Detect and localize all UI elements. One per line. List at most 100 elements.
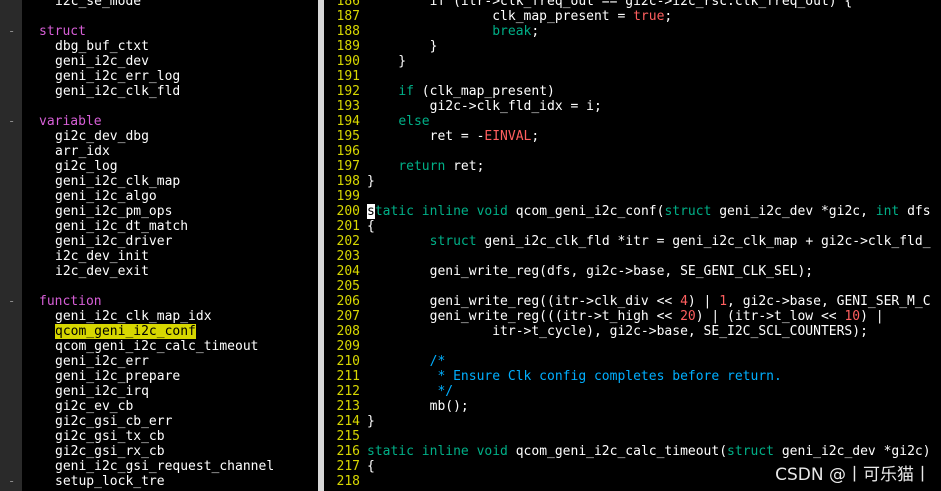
code-token: { — [367, 459, 375, 474]
taglist-item[interactable]: geni_i2c_clk_fld — [55, 84, 180, 99]
taglist-item[interactable]: geni_i2c_prepare — [55, 369, 180, 384]
line-number: 204 — [336, 264, 360, 279]
code-token: ret; — [445, 159, 485, 174]
line-number: 195 — [336, 129, 360, 144]
taglist-item-label: geni_i2c_err_log — [55, 69, 181, 84]
fold-mark[interactable]: - — [8, 114, 15, 129]
taglist-item[interactable]: gi2c_gsi_tx_cb — [55, 429, 165, 444]
taglist-item-label: geni_i2c_clk_map_idx — [55, 309, 212, 324]
taglist-item[interactable]: gi2c_dev_dbg — [55, 129, 149, 144]
code-line[interactable]: } — [367, 54, 406, 69]
code-token: return — [398, 159, 446, 174]
code-line[interactable]: return ret; — [367, 159, 484, 174]
taglist-item[interactable]: gi2c_gsi_rx_cb — [55, 444, 165, 459]
taglist-item[interactable]: geni_i2c_err — [55, 354, 149, 369]
line-number: 191 — [336, 69, 360, 84]
taglist-item[interactable]: setup_lock_tre — [55, 474, 165, 489]
line-number: 208 — [336, 324, 360, 339]
code-line[interactable]: } — [367, 39, 438, 54]
taglist-item[interactable]: geni_i2c_irq — [55, 384, 149, 399]
taglist-item-label: geni_i2c_irq — [55, 384, 149, 399]
taglist-item-label: geni_i2c_clk_map — [55, 174, 181, 189]
code-line[interactable]: static inline void qcom_geni_i2c_calc_ti… — [367, 444, 931, 459]
code-line[interactable]: else — [367, 114, 429, 129]
taglist-item[interactable]: geni_i2c_clk_map_idx — [55, 309, 212, 324]
taglist-item[interactable]: dbg_buf_ctxt — [55, 39, 149, 54]
taglist-item[interactable]: geni_i2c_err_log — [55, 69, 180, 84]
code-token: geni_write_reg(((itr->t_high << — [367, 309, 681, 324]
code-line[interactable]: mb(); — [367, 399, 469, 414]
taglist-item[interactable]: geni_i2c_pm_ops — [55, 204, 172, 219]
taglist-item[interactable]: gi2c_gsi_cb_err — [55, 414, 172, 429]
taglist-item-label: geni_i2c_err — [55, 354, 149, 369]
taglist-section-function[interactable]: function — [39, 294, 102, 309]
fold-mark[interactable]: - — [8, 294, 15, 309]
code-line[interactable]: { — [367, 459, 375, 474]
code-token: struct — [429, 234, 477, 249]
code-line[interactable]: itr->t_cycle), gi2c->base, SE_I2C_SCL_CO… — [367, 324, 868, 339]
line-number: 210 — [336, 354, 360, 369]
taglist-item-label: geni_i2c_gsi_request_channel — [55, 459, 275, 474]
fold-mark[interactable]: - — [8, 24, 15, 39]
taglist-item-label: i2c_se_mode — [55, 0, 142, 9]
taglist-item[interactable]: i2c_dev_init — [55, 249, 149, 264]
code-line[interactable]: geni_write_reg(dfs, gi2c->base, SE_GENI_… — [367, 264, 814, 279]
code-token: */ — [367, 384, 454, 399]
line-number: 199 — [336, 189, 360, 204]
code-token: ) | — [860, 309, 884, 324]
code-line[interactable]: gi2c->clk_fld_idx = i; — [367, 99, 602, 114]
code-token: mb(); — [367, 399, 469, 414]
taglist-item-label: geni_i2c_algo — [55, 189, 157, 204]
taglist-item-selected[interactable]: qcom_geni_i2c_conf — [55, 324, 196, 339]
code-line[interactable]: if (clk_map_present) — [367, 84, 555, 99]
code-token: (clk_map_present) — [413, 84, 555, 99]
code-editor[interactable]: 186 if (itr->clk_freq_out == gi2c->i2c_r… — [324, 0, 941, 491]
code-line[interactable]: geni_write_reg((itr->clk_div << 4) | 1, … — [367, 294, 931, 309]
code-token: ; — [531, 24, 540, 39]
code-line[interactable]: static inline void qcom_geni_i2c_conf(st… — [367, 204, 931, 219]
code-line[interactable]: struct geni_i2c_clk_fld *itr = geni_i2c_… — [367, 234, 931, 249]
taglist-section-variable[interactable]: variable — [39, 114, 102, 129]
taglist-item[interactable]: geni_i2c_dev — [55, 54, 149, 69]
code-line[interactable]: */ — [367, 384, 453, 399]
line-number: 215 — [336, 429, 360, 444]
taglist-item[interactable]: i2c_se_mode — [55, 0, 141, 9]
taglist-item[interactable]: gi2c_log — [55, 159, 118, 174]
taglist-item[interactable]: gi2c_ev_cb — [55, 399, 133, 414]
taglist-item-label: qcom_geni_i2c_conf — [55, 324, 196, 339]
code-line[interactable]: } — [367, 414, 375, 429]
code-line[interactable]: } — [367, 174, 375, 189]
fold-mark[interactable]: - — [8, 474, 15, 489]
watermark: CSDN @丨可乐猫丨 — [775, 465, 931, 485]
code-line[interactable]: if (itr->clk_freq_out == gi2c->i2c_rsc.c… — [367, 0, 853, 9]
taglist-item-label: geni_i2c_pm_ops — [55, 204, 173, 219]
code-token: { — [367, 219, 375, 234]
line-number: 192 — [336, 84, 360, 99]
taglist-pane[interactable]: - - - - i2c_se_mode struct dbg_buf_ctxt gen… — [0, 0, 316, 491]
taglist-item[interactable]: qcom_geni_i2c_calc_timeout — [55, 339, 259, 354]
code-line[interactable]: /* — [367, 354, 446, 369]
taglist-section-struct[interactable]: struct — [39, 24, 86, 39]
taglist-item-label: arr_idx — [55, 144, 110, 159]
code-line[interactable]: clk_map_present = true; — [367, 9, 672, 24]
taglist-item-label: gi2c_log — [55, 159, 118, 174]
line-number: 214 — [336, 414, 360, 429]
taglist-item[interactable]: geni_i2c_clk_map — [55, 174, 180, 189]
code-token: if — [398, 84, 414, 99]
code-line[interactable]: ret = -EINVAL; — [367, 129, 540, 144]
code-token: dfs — [899, 204, 931, 219]
taglist-item[interactable]: geni_i2c_gsi_request_channel — [55, 459, 274, 474]
line-number: 203 — [336, 249, 360, 264]
line-number: 213 — [336, 399, 360, 414]
taglist-item[interactable]: geni_i2c_algo — [55, 189, 157, 204]
code-line[interactable]: break; — [367, 24, 539, 39]
taglist-item[interactable]: i2c_dev_exit — [55, 264, 149, 279]
code-line[interactable]: geni_write_reg(((itr->t_high << 20) | (i… — [367, 309, 884, 324]
taglist-item[interactable]: arr_idx — [55, 144, 110, 159]
line-number: 201 — [336, 219, 360, 234]
code-line[interactable]: { — [367, 219, 375, 234]
taglist-item[interactable]: geni_i2c_driver — [55, 234, 172, 249]
code-line[interactable]: * Ensure Clk config completes before ret… — [367, 369, 781, 384]
taglist-item[interactable]: geni_i2c_dt_match — [55, 219, 188, 234]
